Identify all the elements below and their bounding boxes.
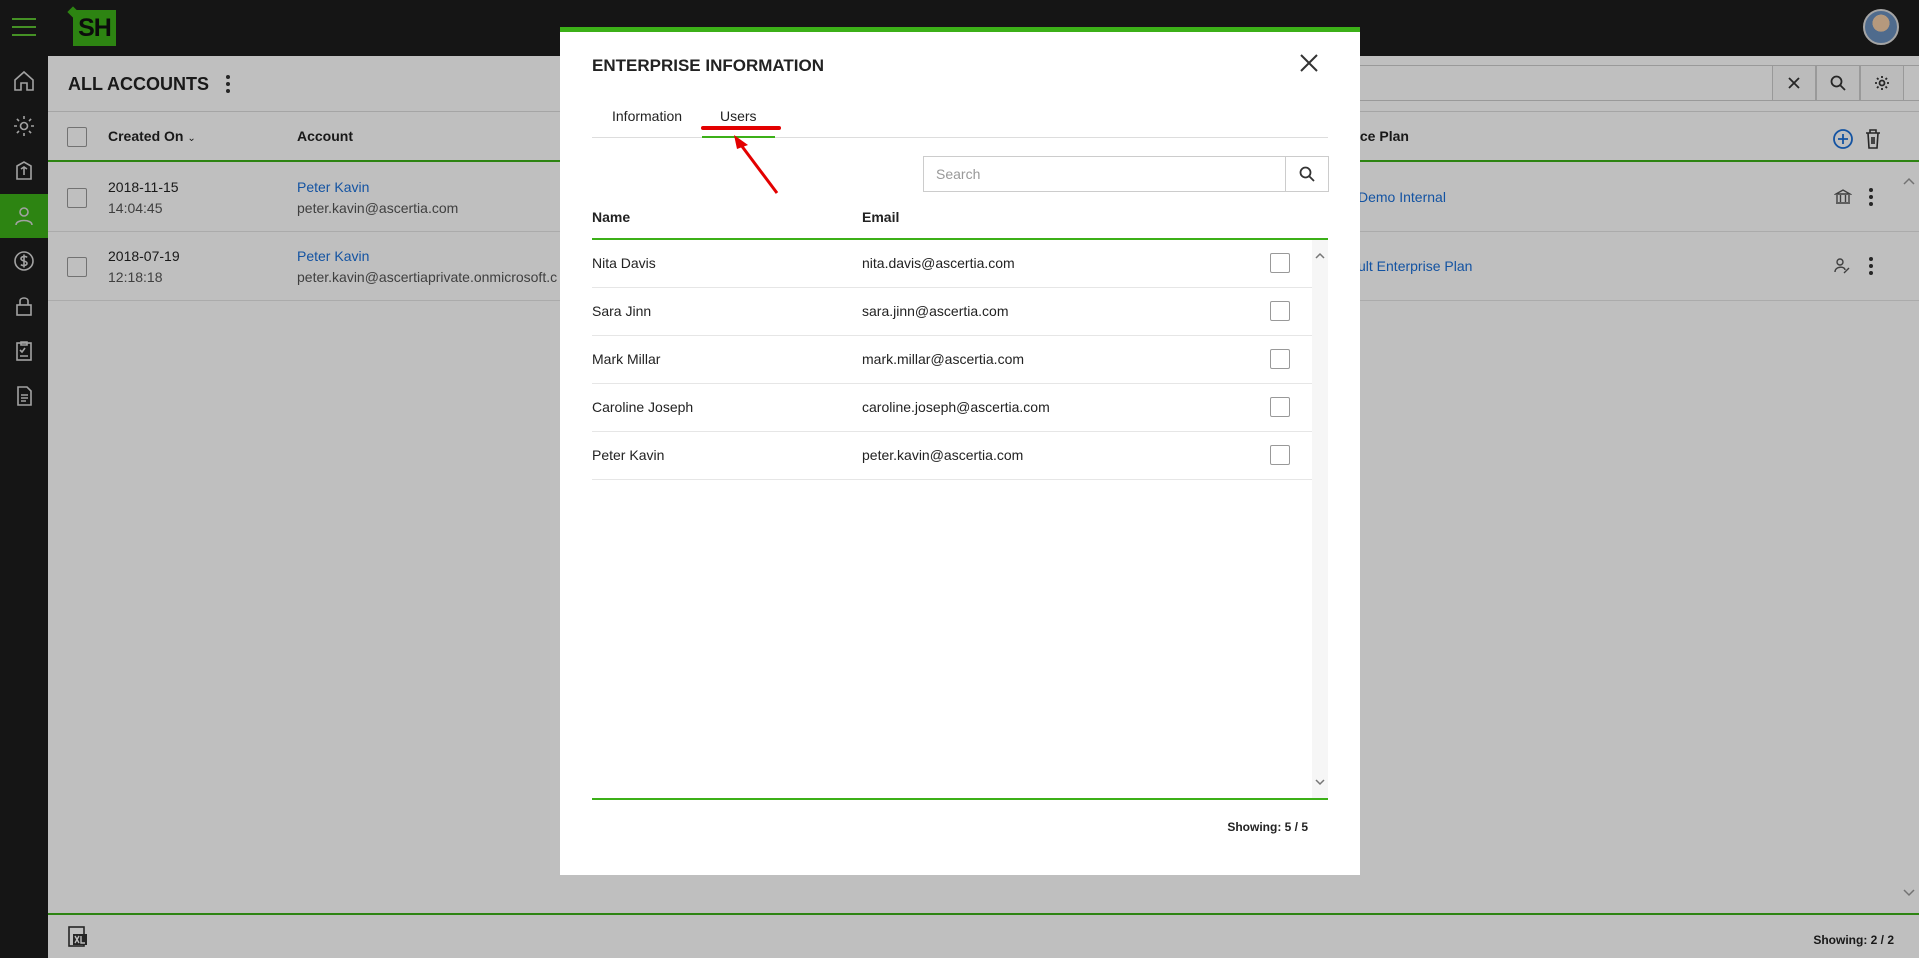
user-name: Nita Davis (592, 255, 656, 271)
user-name: Peter Kavin (592, 447, 665, 463)
table-row[interactable]: Peter Kavin peter.kavin@ascertia.com (592, 432, 1312, 480)
user-name: Caroline Joseph (592, 399, 694, 415)
user-search-button[interactable] (1285, 157, 1328, 191)
user-checkbox[interactable] (1270, 397, 1290, 417)
user-checkbox[interactable] (1270, 349, 1290, 369)
users-table-body: Nita Davis nita.davis@ascertia.com Sara … (592, 240, 1328, 800)
tab-information[interactable]: Information (612, 108, 682, 136)
chevron-up-icon[interactable] (1314, 250, 1326, 262)
annotation-underline (701, 126, 781, 130)
table-row[interactable]: Sara Jinn sara.jinn@ascertia.com (592, 288, 1312, 336)
user-checkbox[interactable] (1270, 301, 1290, 321)
tab-users[interactable]: Users (702, 108, 775, 138)
user-checkbox[interactable] (1270, 445, 1290, 465)
table-row[interactable]: Mark Millar mark.millar@ascertia.com (592, 336, 1312, 384)
column-email: Email (862, 209, 900, 225)
user-email: mark.millar@ascertia.com (862, 351, 1025, 367)
column-name: Name (592, 209, 631, 225)
user-checkbox[interactable] (1270, 253, 1290, 273)
user-email: caroline.joseph@ascertia.com (862, 399, 1050, 415)
users-table-header: Name Email (592, 202, 1328, 240)
chevron-down-icon[interactable] (1314, 776, 1326, 788)
users-scrollbar[interactable] (1312, 240, 1328, 798)
dialog-title: ENTERPRISE INFORMATION (592, 56, 825, 75)
search-icon (1299, 166, 1315, 182)
dialog-tabs: Information Users (592, 100, 1328, 138)
user-email: peter.kavin@ascertia.com (862, 447, 1024, 463)
users-showing-count: Showing: 5 / 5 (1227, 820, 1308, 834)
close-dialog-button[interactable] (1298, 52, 1320, 74)
user-email: nita.davis@ascertia.com (862, 255, 1015, 271)
annotation-arrow (734, 135, 779, 194)
user-search-box (923, 156, 1329, 192)
close-icon (1300, 54, 1318, 72)
user-name: Sara Jinn (592, 303, 652, 319)
table-row[interactable]: Caroline Joseph caroline.joseph@ascertia… (592, 384, 1312, 432)
user-email: sara.jinn@ascertia.com (862, 303, 1009, 319)
user-name: Mark Millar (592, 351, 661, 367)
user-search-input[interactable] (924, 157, 1286, 191)
enterprise-information-dialog: ENTERPRISE INFORMATION Information Users… (560, 27, 1360, 875)
table-row[interactable]: Nita Davis nita.davis@ascertia.com (592, 240, 1312, 288)
